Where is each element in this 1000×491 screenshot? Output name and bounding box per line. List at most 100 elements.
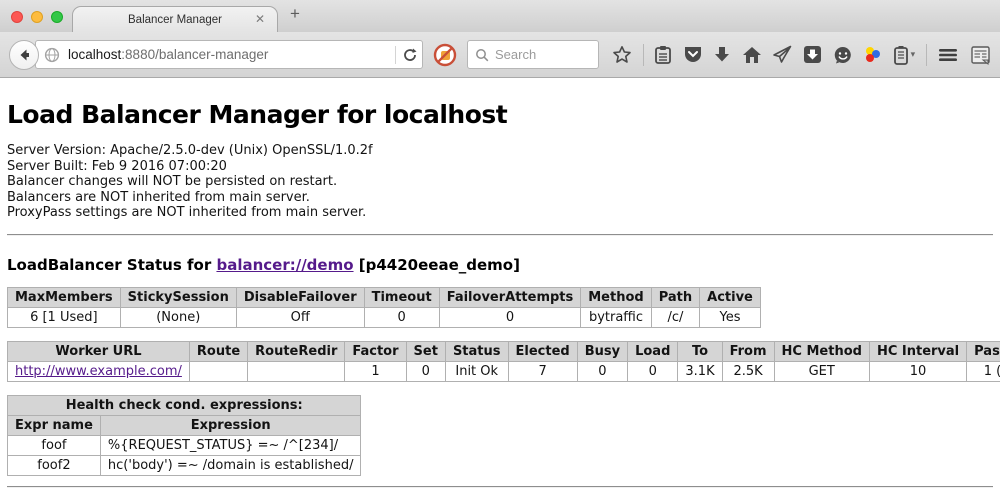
- clipboard-icon[interactable]: [654, 45, 672, 65]
- table-header-row: Worker URL Route RouteRedir Factor Set S…: [8, 341, 1000, 361]
- cell-factor: 1: [345, 361, 406, 381]
- col-load: Load: [628, 341, 678, 361]
- search-box[interactable]: [467, 40, 599, 69]
- search-input[interactable]: [495, 47, 585, 62]
- col-expr-name: Expr name: [8, 415, 101, 435]
- close-window-button[interactable]: [11, 11, 23, 23]
- health-check-table: Health check cond. expressions: Expr nam…: [7, 395, 361, 476]
- cell-maxmembers: 6 [1 Used]: [8, 307, 121, 327]
- col-busy: Busy: [577, 341, 627, 361]
- cell-busy: 0: [577, 361, 627, 381]
- col-expression: Expression: [100, 415, 361, 435]
- cell-routeredir: [248, 361, 345, 381]
- plugin-blocked-icon[interactable]: [433, 43, 457, 67]
- browser-tab[interactable]: Balancer Manager ✕: [72, 6, 278, 32]
- cell-expression: hc('body') =~ /domain is established/: [100, 455, 361, 475]
- col-method: Method: [581, 287, 651, 307]
- balancer-demo-link[interactable]: balancer://demo: [216, 256, 353, 274]
- loadbalancer-status-heading: LoadBalancer Status for balancer://demo …: [7, 256, 993, 274]
- globe-icon: [44, 47, 60, 63]
- navigation-toolbar: localhost:8880/balancer-manager: [0, 32, 1000, 78]
- worker-table: Worker URL Route RouteRedir Factor Set S…: [7, 341, 1000, 382]
- toolbar-separator: [643, 44, 644, 66]
- col-route: Route: [189, 341, 247, 361]
- zoom-window-button[interactable]: [51, 11, 63, 23]
- titlebar: Balancer Manager ✕ +: [0, 0, 1000, 32]
- home-icon[interactable]: [742, 45, 762, 64]
- page-title: Load Balancer Manager for localhost: [7, 100, 993, 129]
- video-download-icon[interactable]: [803, 45, 822, 64]
- table-row: foof %{REQUEST_STATUS} =~ /^[234]/: [8, 435, 361, 455]
- col-factor: Factor: [345, 341, 406, 361]
- col-status: Status: [445, 341, 508, 361]
- hello-smiley-icon[interactable]: [833, 45, 853, 65]
- downloads-icon[interactable]: [713, 45, 731, 64]
- col-stickysession: StickySession: [120, 287, 236, 307]
- chevron-down-icon[interactable]: ▾: [911, 49, 916, 60]
- browser-window: Balancer Manager ✕ + localhost:8880/bala…: [0, 0, 1000, 491]
- toolbar-icons: ▾: [612, 44, 991, 66]
- pocket-icon[interactable]: [683, 45, 703, 64]
- url-bar[interactable]: localhost:8880/balancer-manager: [35, 40, 423, 69]
- col-to: To: [678, 341, 722, 361]
- divider: [7, 234, 993, 236]
- url-domain: localhost: [68, 47, 121, 62]
- cell-timeout: 0: [364, 307, 439, 327]
- cell-expr-name: foof2: [8, 455, 101, 475]
- send-plane-icon[interactable]: [772, 45, 792, 64]
- col-maxmembers: MaxMembers: [8, 287, 121, 307]
- col-set: Set: [406, 341, 445, 361]
- tab-close-icon[interactable]: ✕: [255, 12, 265, 26]
- page-grid-icon[interactable]: [970, 45, 991, 65]
- cell-set: 0: [406, 361, 445, 381]
- col-passes: Passes: [967, 341, 1000, 361]
- worker-url-link[interactable]: http://www.example.com/: [15, 364, 182, 379]
- col-timeout: Timeout: [364, 287, 439, 307]
- cell-failoverattempts: 0: [439, 307, 581, 327]
- table-title-row: Health check cond. expressions:: [8, 395, 361, 415]
- reload-button[interactable]: [402, 47, 418, 63]
- table-header-row: Expr name Expression: [8, 415, 361, 435]
- cell-path: /c/: [651, 307, 699, 327]
- minimize-window-button[interactable]: [31, 11, 43, 23]
- tab-title: Balancer Manager: [128, 14, 222, 26]
- table-header-row: MaxMembers StickySession DisableFailover…: [8, 287, 761, 307]
- worker-row: http://www.example.com/ 1 0 Init Ok 7 0 …: [8, 361, 1000, 381]
- menu-hamburger-icon[interactable]: [937, 46, 959, 64]
- col-hc-method: HC Method: [774, 341, 869, 361]
- back-arrow-icon: [16, 47, 32, 63]
- server-version-line: Server Version: Apache/2.5.0-dev (Unix) …: [7, 143, 993, 159]
- cell-method: bytraffic: [581, 307, 651, 327]
- new-tab-button[interactable]: +: [290, 4, 300, 24]
- server-info: Server Version: Apache/2.5.0-dev (Unix) …: [7, 143, 993, 221]
- cell-active: Yes: [700, 307, 761, 327]
- col-hc-interval: HC Interval: [869, 341, 966, 361]
- bottom-divider: [7, 486, 993, 488]
- toolbar-separator: [926, 44, 927, 66]
- proxypass-notice-line: ProxyPass settings are NOT inherited fro…: [7, 205, 993, 221]
- status-heading-prefix: LoadBalancer Status for: [7, 256, 216, 274]
- col-path: Path: [651, 287, 699, 307]
- cell-stickysession: (None): [120, 307, 236, 327]
- traffic-lights: [11, 11, 63, 23]
- page-content: Load Balancer Manager for localhost Serv…: [0, 78, 1000, 491]
- server-built-line: Server Built: Feb 9 2016 07:00:20: [7, 159, 993, 175]
- persist-notice-line: Balancer changes will NOT be persisted o…: [7, 174, 993, 190]
- colored-dots-extension-icon[interactable]: [863, 45, 882, 64]
- cell-route: [189, 361, 247, 381]
- bookmark-star-icon[interactable]: [612, 45, 632, 65]
- cell-hc-method: GET: [774, 361, 869, 381]
- cell-from: 2.5K: [722, 361, 774, 381]
- col-disablefailover: DisableFailover: [236, 287, 364, 307]
- cell-hc-interval: 10: [869, 361, 966, 381]
- col-elected: Elected: [508, 341, 577, 361]
- status-heading-suffix: [p4420eeae_demo]: [354, 256, 520, 274]
- back-button[interactable]: [9, 40, 39, 70]
- col-from: From: [722, 341, 774, 361]
- cell-to: 3.1K: [678, 361, 722, 381]
- cell-expression: %{REQUEST_STATUS} =~ /^[234]/: [100, 435, 361, 455]
- health-table-title: Health check cond. expressions:: [8, 395, 361, 415]
- col-failoverattempts: FailoverAttempts: [439, 287, 581, 307]
- battery-extension-icon[interactable]: ▾: [893, 45, 916, 65]
- url-text[interactable]: localhost:8880/balancer-manager: [68, 47, 389, 62]
